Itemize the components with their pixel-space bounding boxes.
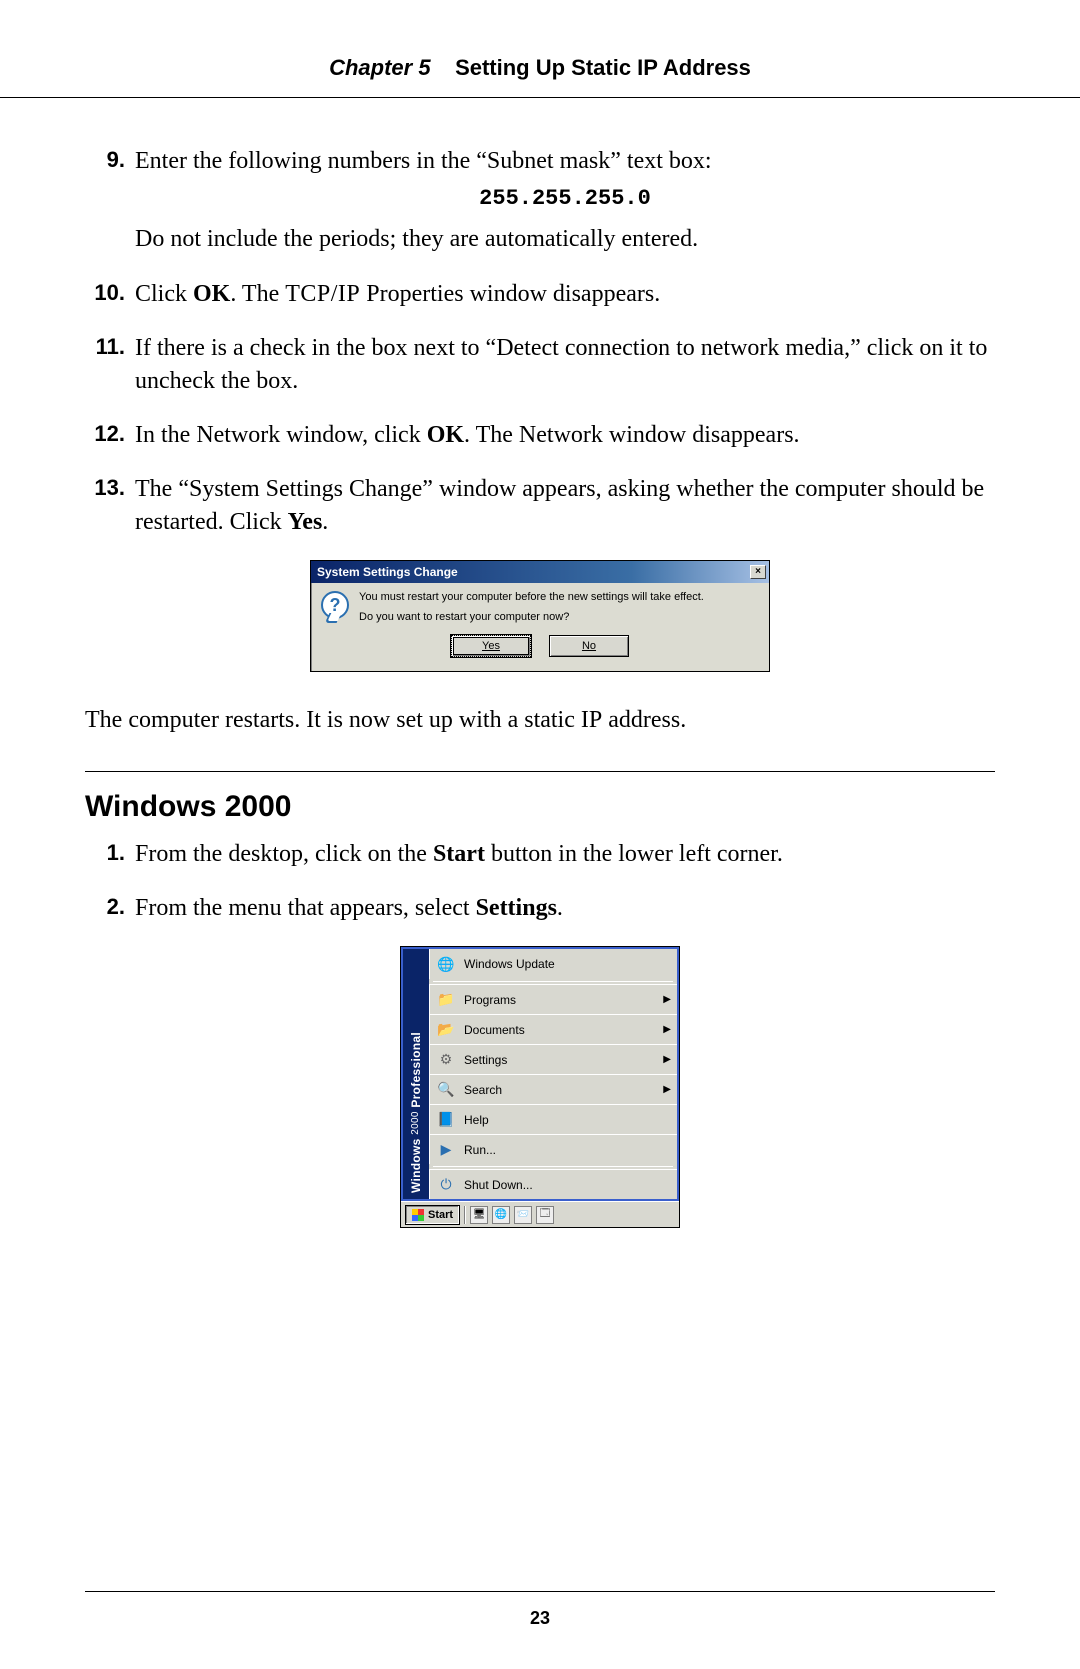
start-menu: Windows 2000 Professional 🌐 Windows Updat… (400, 946, 680, 1228)
start-menu-item-windows-update[interactable]: 🌐 Windows Update (429, 949, 677, 979)
start-menu-item-programs[interactable]: 📁 Programs ▶ (429, 984, 677, 1014)
menu-item-label: Settings (464, 1053, 507, 1067)
step-b2: 2 From the menu that appears, select Set… (130, 892, 995, 924)
section-divider (85, 771, 995, 772)
step-text: Enter the following numbers in the “Subn… (135, 148, 712, 174)
start-menu-item-search[interactable]: 🔍 Search ▶ (429, 1074, 677, 1104)
header-rule (0, 97, 1080, 107)
ip-label: IP (581, 707, 602, 733)
yes-button[interactable]: Yes (451, 635, 531, 657)
taskbar: Start 🖥 🌐 📨 🗔 (401, 1201, 679, 1227)
yes-label: Yes (288, 509, 323, 535)
dialog-title: System Settings Change (317, 565, 458, 579)
no-button[interactable]: No (549, 635, 629, 657)
startmenu-screenshot: Windows 2000 Professional 🌐 Windows Updat… (85, 946, 995, 1228)
ok-label: OK (193, 281, 230, 307)
step-number: 9 (85, 145, 125, 175)
help-icon: 📘 (436, 1110, 456, 1130)
footer-rule (85, 1591, 995, 1592)
search-icon: 🔍 (436, 1080, 456, 1100)
section-heading: Windows 2000 (85, 790, 995, 824)
step-11: 11 If there is a check in the box next t… (130, 332, 995, 397)
tcpip-label: TCP/IP (285, 281, 360, 307)
dialog-message-1: You must restart your computer before th… (359, 591, 704, 603)
start-menu-item-settings[interactable]: ⚙ Settings ▶ (429, 1044, 677, 1074)
step-number: 2 (85, 892, 125, 922)
step-number: 1 (85, 838, 125, 868)
settings-label: Settings (476, 895, 557, 921)
menu-separator (433, 981, 673, 982)
start-button-label: Start (428, 1209, 453, 1221)
system-settings-change-dialog: System Settings Change × ? You must rest… (310, 560, 770, 672)
submenu-arrow-icon: ▶ (663, 994, 671, 1005)
menu-item-label: Programs (464, 993, 516, 1007)
instruction-list: 9 Enter the following numbers in the “Su… (85, 145, 995, 538)
step-note: Do not include the periods; they are aut… (135, 223, 995, 255)
chapter-title: Setting Up Static IP Address (455, 55, 751, 80)
submenu-arrow-icon: ▶ (663, 1084, 671, 1095)
step-12: 12 In the Network window, click OK. The … (130, 419, 995, 451)
dialog-message-2: Do you want to restart your computer now… (359, 611, 704, 623)
docs-icon: 📂 (436, 1020, 456, 1040)
windows-flag-icon (412, 1209, 424, 1221)
start-menu-item-help[interactable]: 📘 Help (429, 1104, 677, 1134)
taskbar-divider (464, 1206, 466, 1224)
dialog-titlebar: System Settings Change × (311, 561, 769, 583)
folder-icon: 📁 (436, 990, 456, 1010)
start-menu-item-documents[interactable]: 📂 Documents ▶ (429, 1014, 677, 1044)
shut-icon: ⏻ (436, 1175, 456, 1195)
menu-item-label: Windows Update (464, 957, 555, 971)
taskbar-icon[interactable]: 📨 (514, 1206, 532, 1224)
menu-item-label: Help (464, 1113, 489, 1127)
dialog-screenshot: System Settings Change × ? You must rest… (85, 560, 995, 672)
ok-label: OK (427, 422, 464, 448)
step-text: If there is a check in the box next to “… (135, 335, 987, 393)
step-9: 9 Enter the following numbers in the “Su… (130, 145, 995, 255)
start-button[interactable]: Start (405, 1205, 460, 1225)
start-menu-item-run[interactable]: ▶ Run... (429, 1134, 677, 1164)
running-header: Chapter 5 Setting Up Static IP Address (85, 55, 995, 81)
start-menu-item-shut-down[interactable]: ⏻ Shut Down... (429, 1169, 677, 1199)
close-icon[interactable]: × (750, 565, 766, 579)
step-13: 13 The “System Settings Change” window a… (130, 473, 995, 538)
submenu-arrow-icon: ▶ (663, 1024, 671, 1035)
page-number: 23 (85, 1608, 995, 1629)
submenu-arrow-icon: ▶ (663, 1054, 671, 1065)
step-10: 10 Click OK. The TCP/IP Properties windo… (130, 278, 995, 310)
taskbar-icon[interactable]: 🌐 (492, 1206, 510, 1224)
footer: 23 (85, 1591, 995, 1629)
menu-item-label: Search (464, 1083, 502, 1097)
menu-item-label: Run... (464, 1143, 496, 1157)
menu-separator (433, 1166, 673, 1167)
subnet-mask-value: 255.255.255.0 (135, 184, 995, 214)
chapter-label: Chapter 5 (329, 55, 430, 80)
step-number: 11 (85, 332, 125, 362)
start-menu-brand-bar: Windows 2000 Professional (403, 949, 429, 1199)
menu-item-label: Documents (464, 1023, 525, 1037)
run-icon: ▶ (436, 1140, 456, 1160)
menu-item-label: Shut Down... (464, 1178, 533, 1192)
taskbar-icon[interactable]: 🖥 (470, 1206, 488, 1224)
question-icon: ? (321, 591, 349, 619)
globe-icon: 🌐 (436, 954, 456, 974)
instruction-list-b: 1 From the desktop, click on the Start b… (85, 838, 995, 925)
step-number: 13 (85, 473, 125, 503)
step-number: 12 (85, 419, 125, 449)
step-number: 10 (85, 278, 125, 308)
taskbar-icon[interactable]: 🗔 (536, 1206, 554, 1224)
start-label: Start (433, 841, 485, 867)
step-b1: 1 From the desktop, click on the Start b… (130, 838, 995, 870)
summary-paragraph: The computer restarts. It is now set up … (85, 704, 995, 736)
gear-icon: ⚙ (436, 1050, 456, 1070)
